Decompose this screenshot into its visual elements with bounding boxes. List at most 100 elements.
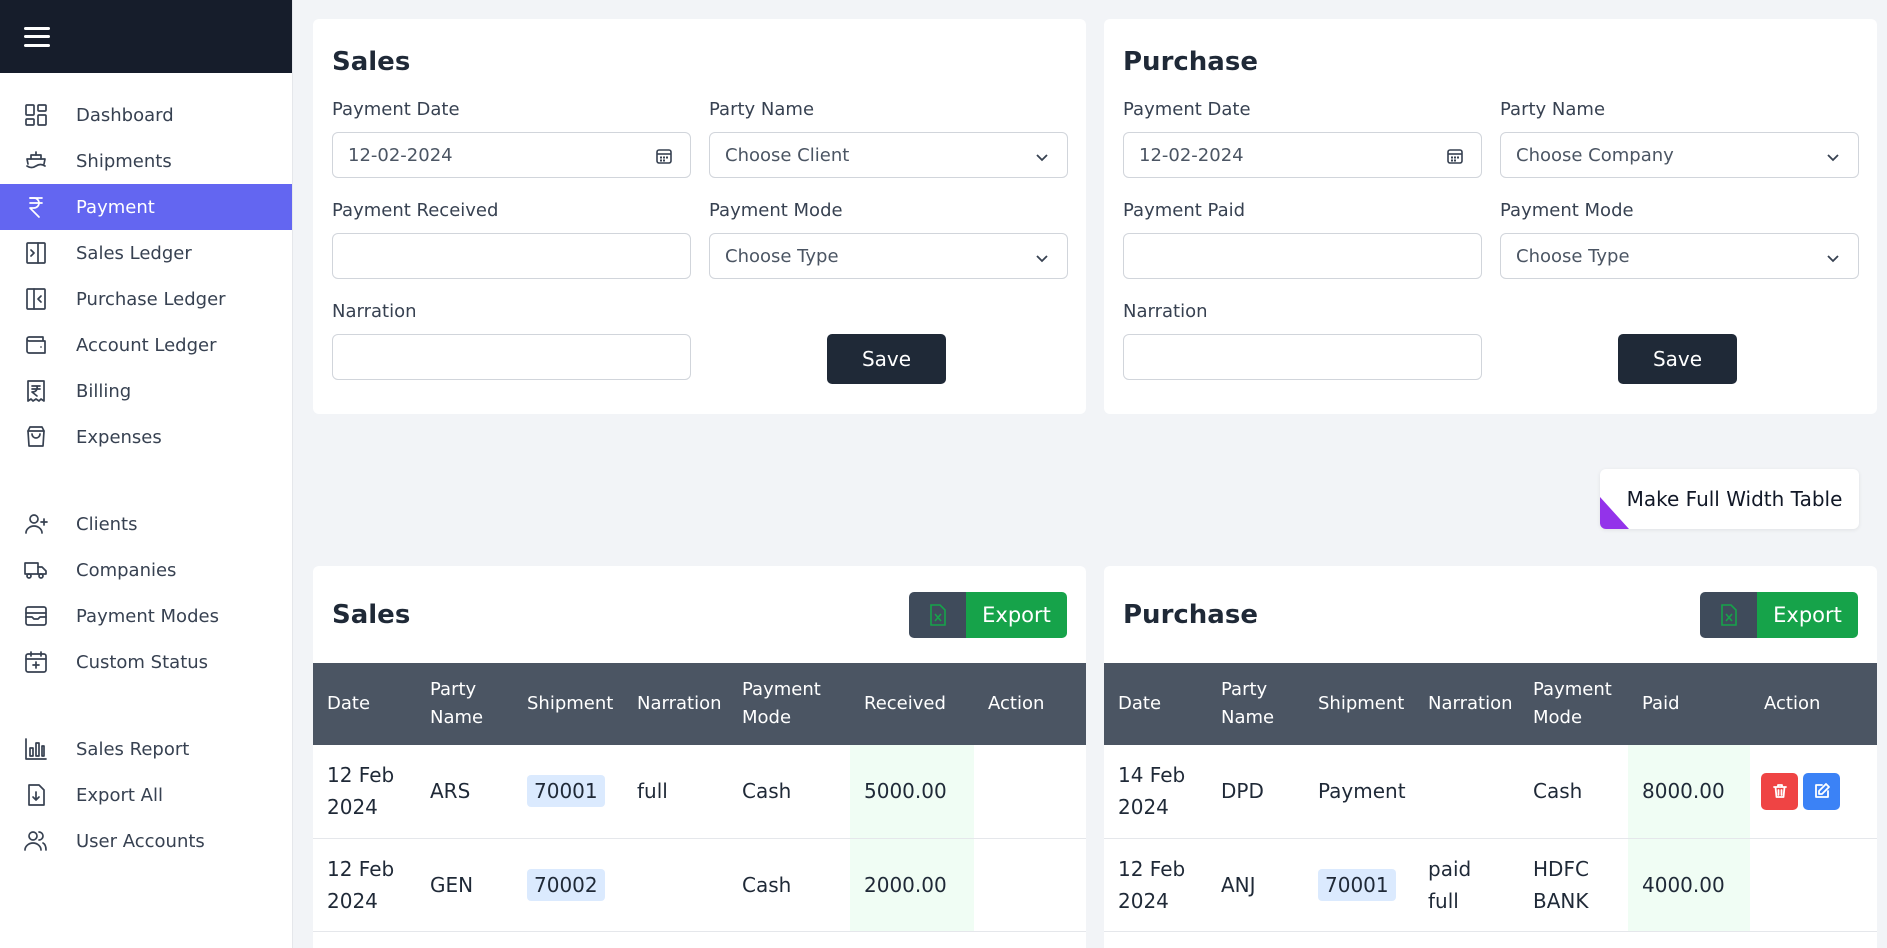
wallet-icon xyxy=(23,332,49,358)
sales-export-button[interactable]: Export xyxy=(909,591,1067,638)
sales-payment-mode-select[interactable]: Choose Type xyxy=(709,233,1068,279)
sidebar-item-sales-ledger[interactable]: Sales Ledger xyxy=(0,230,292,276)
purchase-export-button[interactable]: Export xyxy=(1700,591,1858,638)
sales-cell-amount: 5000.00 xyxy=(850,745,974,839)
purchase-col-party-name: Party Name xyxy=(1221,679,1275,728)
sidebar-item-label: Export All xyxy=(76,784,163,806)
sales-cell-mode: Cash xyxy=(728,745,850,839)
sales-cell-party: ARS xyxy=(416,745,513,839)
purchase-amount-input[interactable] xyxy=(1123,233,1482,279)
delete-button[interactable] xyxy=(1761,772,1798,810)
purchase-narration-input[interactable] xyxy=(1123,334,1482,380)
truck-icon xyxy=(23,557,49,583)
nav-group: Clients Companies Payment Modes Custom Stat… xyxy=(0,501,292,685)
hamburger-menu-icon[interactable] xyxy=(24,26,50,47)
sales-col-narration: Narration xyxy=(637,693,722,714)
sidebar-item-user-accounts[interactable]: User Accounts xyxy=(0,818,292,864)
sales-amount-input[interactable] xyxy=(332,233,691,279)
calendar-icon[interactable] xyxy=(1446,147,1464,165)
sales-party-name-select[interactable]: Choose Client xyxy=(709,132,1068,178)
purchase-col-date: Date xyxy=(1118,693,1162,714)
make-full-width-table-label: Make Full Width Table xyxy=(1626,487,1843,511)
purchase-payment-date-input[interactable]: 12-02-2024 xyxy=(1123,132,1482,178)
ledger-in-icon xyxy=(23,240,49,266)
sales-payment-date-input[interactable]: 12-02-2024 xyxy=(332,132,691,178)
sidebar-header xyxy=(0,0,292,73)
sidebar-item-label: Dashboard xyxy=(76,104,174,126)
purchase-cell-date: 14 Feb 2024 xyxy=(1104,745,1207,839)
purchase-table-header-row: Date Party Name Shipment Narration Payment M… xyxy=(1104,663,1877,745)
sales-save-button[interactable]: Save xyxy=(827,334,946,384)
sidebar-item-payment-modes[interactable]: Payment Modes xyxy=(0,593,292,639)
sidebar-item-export-all[interactable]: Export All xyxy=(0,772,292,818)
sales-col-shipment: Shipment xyxy=(527,693,614,714)
purchase-form-title: Purchase xyxy=(1123,47,1258,77)
make-full-width-table-button[interactable]: Make Full Width Table xyxy=(1600,469,1859,529)
download-file-icon xyxy=(23,782,49,808)
chevron-down-icon xyxy=(1036,255,1048,263)
trash-icon xyxy=(1772,784,1787,799)
shipment-badge[interactable]: 70001 xyxy=(527,775,605,808)
sidebar-item-label: Account Ledger xyxy=(76,334,217,356)
sidebar-item-label: Custom Status xyxy=(76,651,209,673)
sidebar-item-label: Sales Ledger xyxy=(76,242,192,264)
ship-icon xyxy=(23,148,49,174)
sales-cell-action xyxy=(974,838,1086,932)
purchase-col-shipment: Shipment xyxy=(1318,693,1405,714)
sidebar-item-label: Sales Report xyxy=(76,738,190,760)
sidebar-nav: Dashboard Shipments Payment Sales Ledger Pur… xyxy=(0,73,292,864)
sidebar-item-billing[interactable]: Billing xyxy=(0,368,292,414)
sidebar-item-label: User Accounts xyxy=(76,830,205,852)
sales-export-label: Export xyxy=(966,591,1067,638)
purchase-cell-date: 12 Feb 2024 xyxy=(1104,838,1207,932)
purchase-amount-field: Payment Paid xyxy=(1123,200,1482,279)
sidebar-item-clients[interactable]: Clients xyxy=(0,501,292,547)
purchase-cell-amount: 4000.00 xyxy=(1628,838,1750,932)
sidebar-item-expenses[interactable]: Expenses xyxy=(0,414,292,460)
purchase-cell-narration: paid full xyxy=(1414,838,1519,932)
edit-button[interactable] xyxy=(1803,772,1840,810)
sales-cell-date: 12 Feb 2024 xyxy=(313,838,416,932)
sales-table-card: Sales Export Date Party Name Shipment Narra… xyxy=(313,566,1086,948)
sidebar-item-purchase-ledger[interactable]: Purchase Ledger xyxy=(0,276,292,322)
sidebar-item-custom-status[interactable]: Custom Status xyxy=(0,639,292,685)
corner-accent xyxy=(1600,497,1629,529)
sidebar-item-companies[interactable]: Companies xyxy=(0,547,292,593)
sidebar-item-label: Shipments xyxy=(76,150,172,172)
sales-party-name-field: Party Name Choose Client xyxy=(709,99,1068,178)
table-row: 12 Feb 2024 ARS 70001 full Cash 5000.00 xyxy=(313,745,1086,839)
purchase-narration-label: Narration xyxy=(1123,301,1208,322)
sidebar-item-sales-report[interactable]: Sales Report xyxy=(0,726,292,772)
sales-payment-date-value: 12-02-2024 xyxy=(348,144,453,166)
purchase-cell-mode: Cash xyxy=(1519,745,1628,839)
purchase-party-name-value: Choose Company xyxy=(1516,144,1674,166)
purchase-table: Date Party Name Shipment Narration Payment M… xyxy=(1104,663,1877,932)
shipment-badge[interactable]: 70002 xyxy=(527,868,605,901)
purchase-save-button[interactable]: Save xyxy=(1618,334,1737,384)
sales-cell-date: 12 Feb 2024 xyxy=(313,745,416,839)
chevron-down-icon xyxy=(1827,154,1839,162)
sidebar-item-shipments[interactable]: Shipments xyxy=(0,138,292,184)
user-plus-icon xyxy=(23,511,49,537)
sidebar-item-dashboard[interactable]: Dashboard xyxy=(0,92,292,138)
purchase-party-name-select[interactable]: Choose Company xyxy=(1500,132,1859,178)
purchase-col-narration: Narration xyxy=(1428,693,1513,714)
purchase-payment-mode-select[interactable]: Choose Type xyxy=(1500,233,1859,279)
purchase-table-card: Purchase Export Date Party Name Shipment Na… xyxy=(1104,566,1877,948)
sidebar-item-label: Clients xyxy=(76,513,138,535)
sales-table-title: Sales xyxy=(332,599,411,630)
sales-table: Date Party Name Shipment Narration Payment M… xyxy=(313,663,1086,932)
shipment-badge[interactable]: 70001 xyxy=(1318,868,1396,901)
sales-party-name-value: Choose Client xyxy=(725,144,850,166)
calendar-icon[interactable] xyxy=(655,147,673,165)
sidebar-item-account-ledger[interactable]: Account Ledger xyxy=(0,322,292,368)
purchase-payment-form: Purchase Payment Date 12-02-2024 Party N… xyxy=(1104,19,1877,414)
purchase-party-name-field: Party Name Choose Company xyxy=(1500,99,1859,178)
purchase-cell-mode: HDFC BANK xyxy=(1519,838,1628,932)
sales-narration-input[interactable] xyxy=(332,334,691,380)
sales-cell-amount: 2000.00 xyxy=(850,838,974,932)
purchase-cell-shipment: 70001 xyxy=(1304,838,1414,932)
sales-cell-action xyxy=(974,745,1086,839)
nav-group: Sales Report Export All User Accounts xyxy=(0,726,292,864)
sidebar-item-payment[interactable]: Payment xyxy=(0,184,292,230)
